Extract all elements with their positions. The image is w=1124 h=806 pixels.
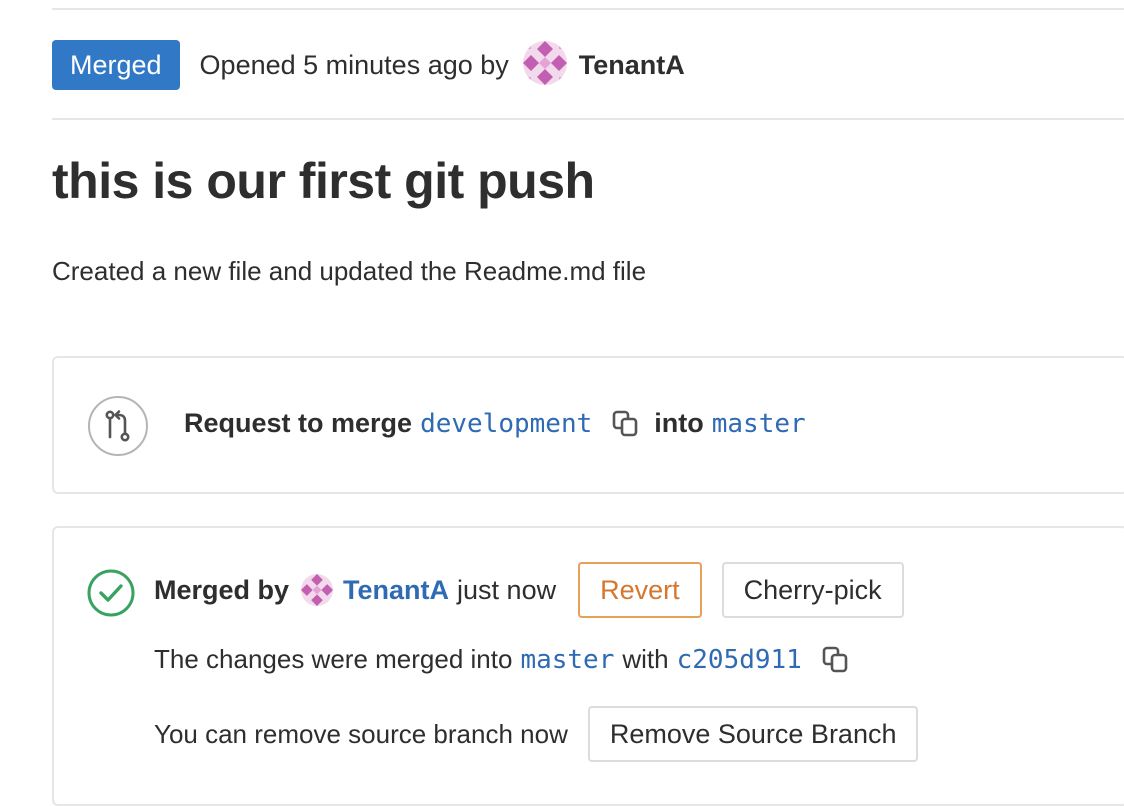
mr-header: Merged Opened 5 minutes ago by TenantA [52,40,685,90]
merged-by-author[interactable]: TenantA [343,575,449,606]
check-circle-icon [86,568,136,623]
avatar[interactable] [522,40,567,90]
mr-description: Created a new file and updated the Readm… [52,256,647,286]
copy-icon[interactable] [612,410,640,438]
remove-branch-text: You can remove source branch now [154,718,568,749]
with-label: with [622,644,669,674]
merge-request-line: Request to merge development into master [184,408,806,439]
revert-button[interactable]: Revert [578,562,702,618]
cherry-pick-button[interactable]: Cherry-pick [721,562,904,618]
merge-request-icon [88,396,148,456]
merged-by-line: Merged by TenantA just now Revert Cherry… [154,562,904,618]
merge-prefix: Request to merge [184,408,413,438]
header-divider [52,118,1124,120]
source-branch[interactable]: development [420,409,592,439]
into-label: into [654,408,704,438]
merged-target-branch[interactable]: master [520,645,614,675]
remove-branch-line: You can remove source branch now Remove … [154,706,919,762]
page-title: this is our first git push [52,153,595,209]
top-divider [52,8,1124,10]
remove-source-branch-button[interactable]: Remove Source Branch [587,706,919,762]
commit-sha[interactable]: c205d911 [677,645,802,675]
changes-prefix: The changes were merged into [154,644,513,674]
merged-widget: Merged by TenantA just now Revert Cherry… [52,526,1124,806]
avatar[interactable] [301,574,334,606]
merged-time: just now [457,574,557,605]
merge-request-panel: Request to merge development into master [52,356,1124,494]
author-name[interactable]: TenantA [579,50,685,81]
status-badge: Merged [52,40,180,90]
merged-by-label: Merged by [154,574,290,605]
changes-merged-line: The changes were merged into master with… [154,644,864,675]
opened-text: Opened 5 minutes ago by [199,49,509,80]
copy-icon[interactable] [822,646,850,674]
target-branch[interactable]: master [712,409,806,439]
